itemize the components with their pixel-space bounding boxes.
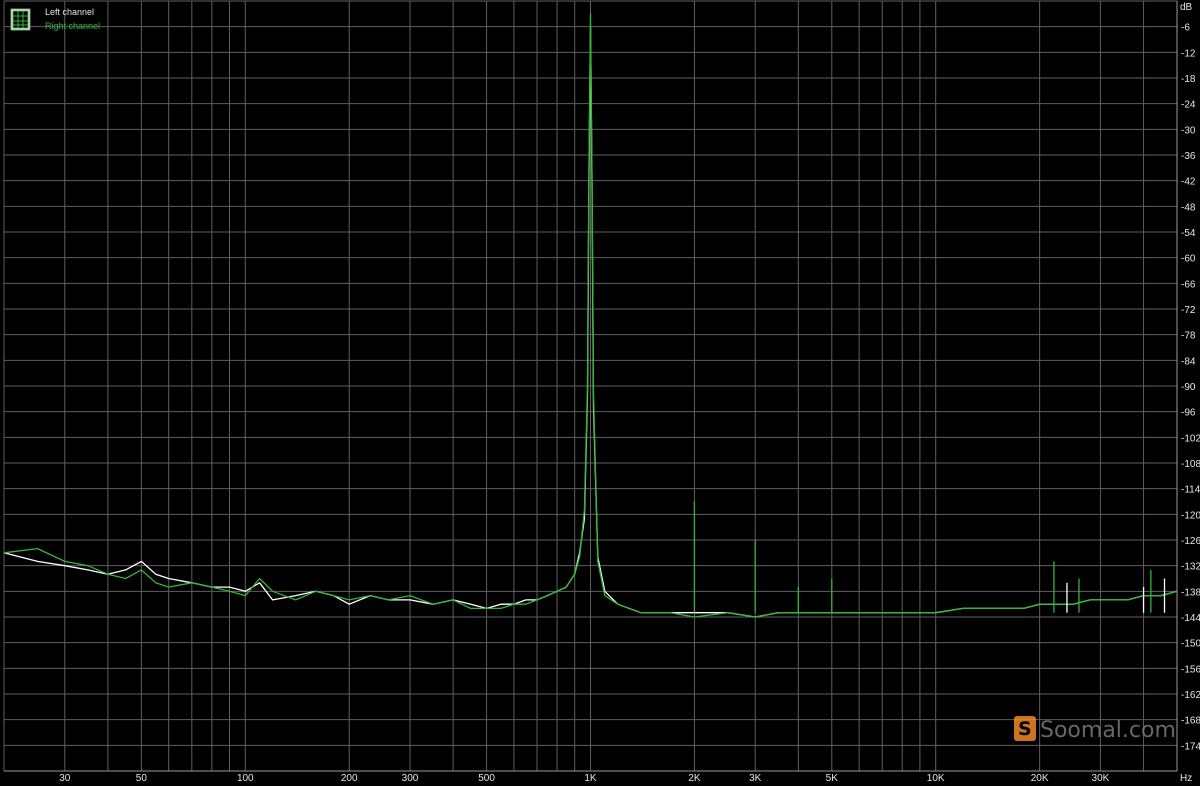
y-tick-label: -114 <box>1181 485 1200 496</box>
x-tick-label: 200 <box>341 773 358 784</box>
y-tick-label: -162 <box>1181 690 1200 701</box>
y-tick-label: -84 <box>1181 356 1196 367</box>
y-tick-label: -48 <box>1181 202 1196 213</box>
y-tick-label: -6 <box>1181 23 1190 34</box>
y-tick-label: -90 <box>1181 382 1196 393</box>
y-unit-label: dB <box>1180 2 1193 13</box>
y-tick-label: -12 <box>1181 48 1196 59</box>
y-tick-label: -54 <box>1181 228 1196 239</box>
x-tick-label: 50 <box>136 773 148 784</box>
y-tick-label: -174 <box>1181 741 1200 752</box>
y-tick-label: -108 <box>1181 459 1200 470</box>
legend-right-channel: Right channel <box>45 21 100 31</box>
x-tick-label: 10K <box>927 773 945 784</box>
y-tick-label: -24 <box>1181 100 1196 111</box>
y-tick-label: -36 <box>1181 151 1196 162</box>
y-tick-label: -144 <box>1181 613 1200 624</box>
y-tick-label: -42 <box>1181 177 1196 188</box>
y-tick-label: -138 <box>1181 587 1200 598</box>
y-tick-label: -72 <box>1181 305 1196 316</box>
y-tick-label: -96 <box>1181 408 1196 419</box>
x-tick-label: 100 <box>237 773 254 784</box>
legend-left-channel: Left channel <box>45 7 94 17</box>
y-tick-label: -30 <box>1181 125 1196 136</box>
y-tick-label: -126 <box>1181 536 1200 547</box>
y-tick-label: -66 <box>1181 279 1196 290</box>
y-tick-label: -18 <box>1181 74 1196 85</box>
y-tick-label: -132 <box>1181 562 1200 573</box>
x-tick-label: 500 <box>478 773 495 784</box>
x-tick-label: 5K <box>826 773 839 784</box>
spectrum-chart: -6 -12 -18 -24 -30 -36 -42 -48 -54 -60 -66 -72 -78 -8… <box>0 0 1200 786</box>
x-tick-label: 30 <box>59 773 71 784</box>
svg-text:S: S <box>1018 718 1032 740</box>
x-tick-label: 20K <box>1031 773 1049 784</box>
x-unit-label: Hz <box>1180 773 1192 784</box>
x-tick-label: 300 <box>402 773 419 784</box>
y-tick-label: -102 <box>1181 433 1200 444</box>
soomal-logo-icon: S <box>1014 716 1036 741</box>
x-tick-label: 30K <box>1092 773 1110 784</box>
watermark-text: Soomal.com <box>1040 718 1176 743</box>
grid-icon <box>10 8 31 31</box>
y-tick-label: -120 <box>1181 510 1200 521</box>
x-tick-label: 3K <box>749 773 762 784</box>
y-tick-label: -78 <box>1181 331 1196 342</box>
y-tick-label: -150 <box>1181 639 1200 650</box>
y-tick-label: -168 <box>1181 716 1200 727</box>
x-tick-label: 1K <box>584 773 597 784</box>
y-tick-label: -156 <box>1181 664 1200 675</box>
y-tick-label: -60 <box>1181 254 1196 265</box>
x-tick-label: 2K <box>688 773 701 784</box>
